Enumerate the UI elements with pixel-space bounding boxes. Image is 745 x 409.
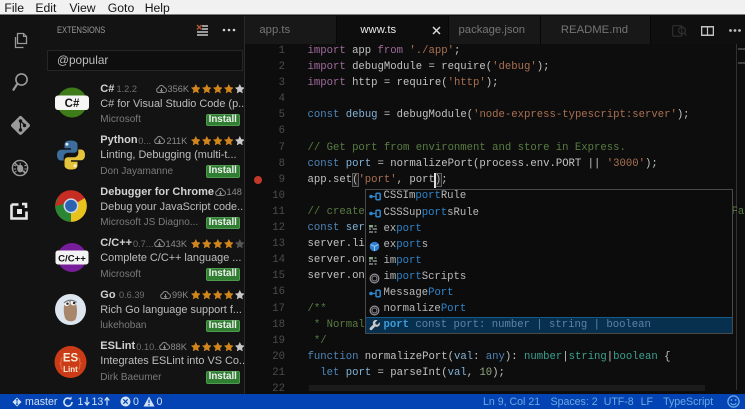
svg-text:C/C++: C/C++: [58, 254, 86, 265]
svg-text:{: {: [59, 355, 64, 370]
svg-text:Lint: Lint: [63, 365, 78, 374]
svg-text:C#: C#: [65, 98, 80, 110]
svg-text:}: }: [78, 355, 83, 370]
svg-text:ES: ES: [63, 353, 79, 365]
